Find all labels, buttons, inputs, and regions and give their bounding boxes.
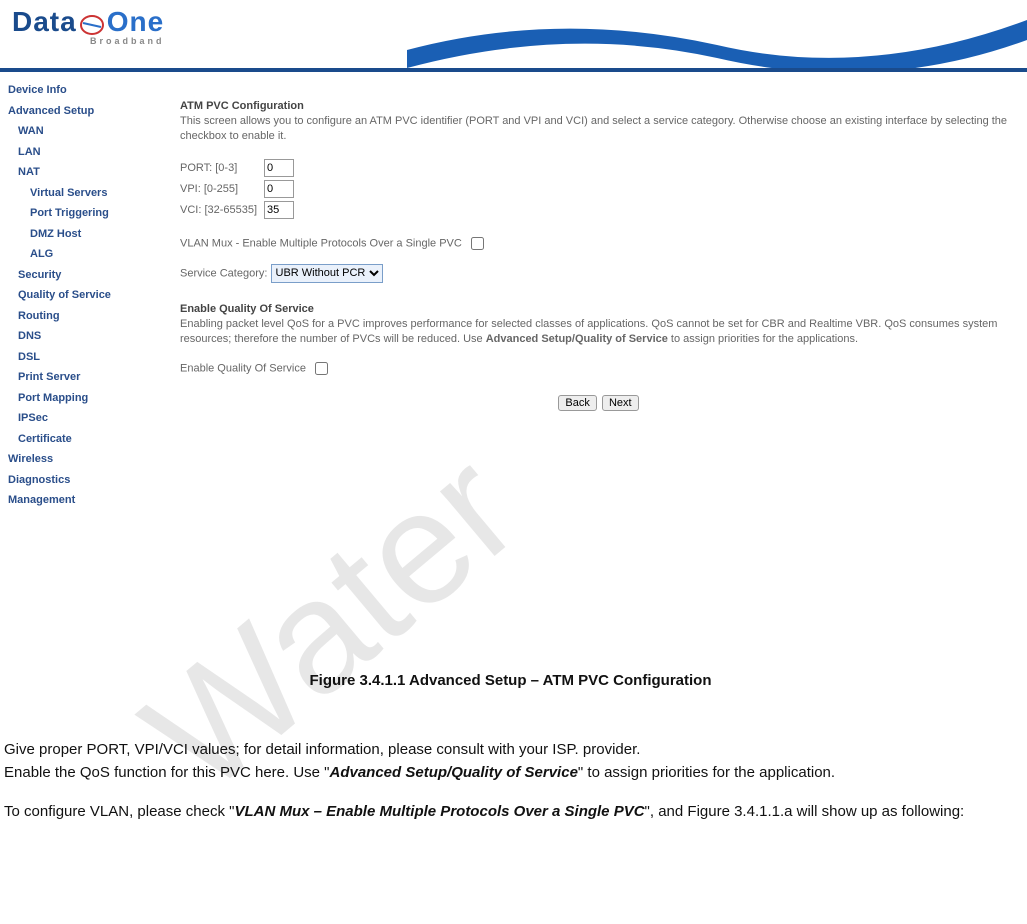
- doc-p3-a: To configure VLAN, please check ": [4, 803, 234, 820]
- sidebar-item-dsl[interactable]: DSL: [8, 347, 146, 368]
- port-label: PORT: [0-3]: [180, 162, 258, 174]
- back-button[interactable]: Back: [558, 395, 596, 411]
- sidebar-item-wireless[interactable]: Wireless: [8, 449, 146, 470]
- service-category-select[interactable]: UBR Without PCR: [271, 264, 383, 283]
- page-intro: This screen allows you to configure an A…: [180, 114, 1017, 145]
- sidebar-item-lan[interactable]: LAN: [8, 142, 146, 163]
- doc-p2-a: Enable the QoS function for this PVC her…: [4, 764, 330, 781]
- vpi-label: VPI: [0-255]: [180, 183, 258, 195]
- vlan-mux-row: VLAN Mux - Enable Multiple Protocols Ove…: [180, 237, 1017, 250]
- vpi-input[interactable]: [264, 180, 294, 198]
- vci-input[interactable]: [264, 201, 294, 219]
- logo-globe-icon: [77, 12, 107, 36]
- header-banner: Data One Broadband: [0, 0, 1027, 72]
- vlan-mux-checkbox[interactable]: [471, 237, 484, 250]
- qos-text-post: to assign priorities for the application…: [668, 333, 858, 345]
- sidebar-item-port-triggering[interactable]: Port Triggering: [8, 203, 146, 224]
- sidebar-item-dmz-host[interactable]: DMZ Host: [8, 224, 146, 245]
- sidebar-item-management[interactable]: Management: [8, 490, 146, 511]
- sidebar-item-advanced-setup[interactable]: Advanced Setup: [8, 101, 146, 122]
- port-row: PORT: [0-3]: [180, 159, 1017, 177]
- doc-paragraph-3: To configure VLAN, please check "VLAN Mu…: [4, 801, 1017, 822]
- sidebar-item-wan[interactable]: WAN: [8, 121, 146, 142]
- sidebar-item-dns[interactable]: DNS: [8, 326, 146, 347]
- enable-qos-checkbox[interactable]: [315, 362, 328, 375]
- port-input[interactable]: [264, 159, 294, 177]
- doc-p3-em: VLAN Mux – Enable Multiple Protocols Ove…: [234, 803, 644, 820]
- vci-label: VCI: [32-65535]: [180, 204, 258, 216]
- sidebar-item-routing[interactable]: Routing: [8, 306, 146, 327]
- doc-paragraph-2: Enable the QoS function for this PVC her…: [4, 762, 1017, 783]
- sidebar-nav: Device Info Advanced Setup WAN LAN NAT V…: [0, 72, 150, 519]
- doc-p2-em: Advanced Setup/Quality of Service: [330, 764, 578, 781]
- content-area: ATM PVC Configuration This screen allows…: [150, 72, 1027, 519]
- enable-qos-label: Enable Quality Of Service: [180, 362, 306, 374]
- doc-p2-b: " to assign priorities for the applicati…: [578, 764, 835, 781]
- router-admin-screenshot: Data One Broadband Device Info Advanced …: [0, 0, 1027, 640]
- doc-paragraph-1: Give proper PORT, VPI/VCI values; for de…: [4, 739, 1017, 760]
- logo-main: Data: [12, 6, 77, 37]
- qos-heading: Enable Quality Of Service: [180, 303, 1017, 315]
- sidebar-item-certificate[interactable]: Certificate: [8, 429, 146, 450]
- sidebar-item-diagnostics[interactable]: Diagnostics: [8, 470, 146, 491]
- qos-description: Enabling packet level QoS for a PVC impr…: [180, 317, 1017, 348]
- service-category-row: Service Category: UBR Without PCR: [180, 264, 1017, 283]
- logo-subtext: Broadband: [90, 36, 165, 46]
- sidebar-item-qos[interactable]: Quality of Service: [8, 285, 146, 306]
- figure-caption: Figure 3.4.1.1 Advanced Setup – ATM PVC …: [4, 670, 1017, 691]
- logo-accent: One: [107, 6, 164, 37]
- page-title: ATM PVC Configuration: [180, 100, 1017, 112]
- sidebar-item-nat[interactable]: NAT: [8, 162, 146, 183]
- sidebar-item-virtual-servers[interactable]: Virtual Servers: [8, 183, 146, 204]
- document-text: Figure 3.4.1.1 Advanced Setup – ATM PVC …: [0, 640, 1027, 880]
- qos-text-bold: Advanced Setup/Quality of Service: [486, 333, 668, 345]
- sidebar-item-print-server[interactable]: Print Server: [8, 367, 146, 388]
- service-category-label: Service Category:: [180, 267, 267, 279]
- sidebar-item-alg[interactable]: ALG: [8, 244, 146, 265]
- sidebar-item-port-mapping[interactable]: Port Mapping: [8, 388, 146, 409]
- vci-row: VCI: [32-65535]: [180, 201, 1017, 219]
- banner-swoosh-icon: [407, 0, 1027, 72]
- sidebar-item-security[interactable]: Security: [8, 265, 146, 286]
- logo: Data One Broadband: [12, 6, 165, 46]
- nav-buttons: Back Next: [180, 395, 1017, 411]
- sidebar-item-ipsec[interactable]: IPSec: [8, 408, 146, 429]
- vlan-mux-label: VLAN Mux - Enable Multiple Protocols Ove…: [180, 237, 462, 249]
- doc-p3-b: ", and Figure 3.4.1.1.a will show up as …: [645, 803, 965, 820]
- enable-qos-row: Enable Quality Of Service: [180, 362, 1017, 375]
- vpi-row: VPI: [0-255]: [180, 180, 1017, 198]
- sidebar-item-device-info[interactable]: Device Info: [8, 80, 146, 101]
- next-button[interactable]: Next: [602, 395, 639, 411]
